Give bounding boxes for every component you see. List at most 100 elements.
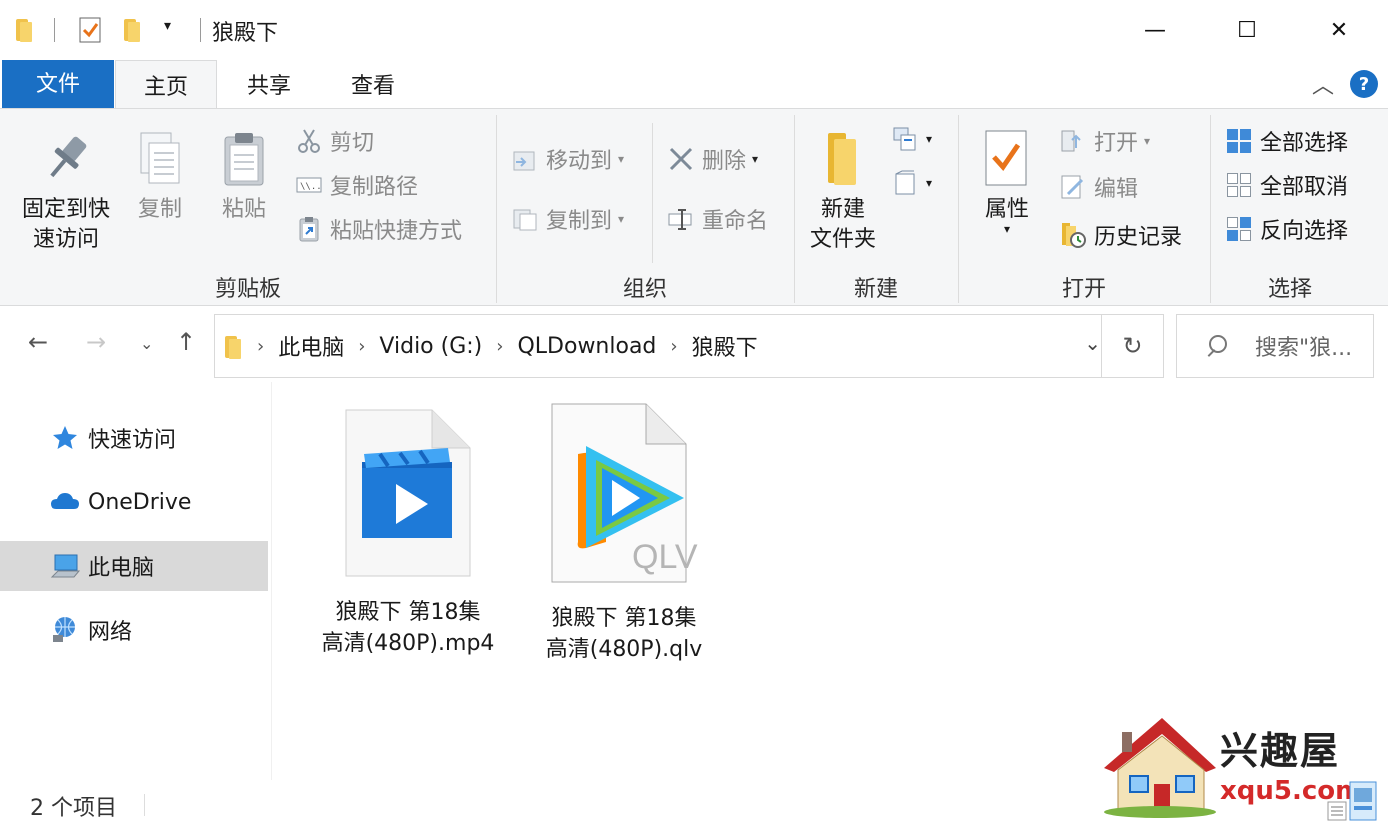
file-name-line1: 狼殿下 第18集 [335, 600, 481, 625]
pin-to-quick-access-button[interactable]: 固定到快 速访问 [16, 129, 116, 255]
select-none-button[interactable]: 全部取消 [1226, 169, 1348, 201]
nav-item-label: 此电脑 [88, 556, 155, 581]
new-folder-icon[interactable] [122, 16, 142, 42]
select-none-icon [1226, 172, 1252, 198]
cut-label: 剪切 [330, 131, 375, 156]
select-all-label: 全部选择 [1260, 131, 1349, 156]
ribbon: 固定到快 速访问 复制 粘贴 剪切 \\.. 复制路径 粘贴快捷方式 剪贴板 移… [0, 108, 1388, 306]
copy-path-label: 复制路径 [330, 175, 419, 200]
history-button[interactable]: 历史记录 [1060, 219, 1182, 251]
breadcrumb-current-folder[interactable]: 狼殿下 [692, 330, 758, 362]
maximize-button[interactable]: ☐ [1200, 0, 1294, 60]
nav-item-quick-access[interactable]: 快速访问 [0, 413, 268, 463]
paste-shortcut-button[interactable]: 粘贴快捷方式 [296, 213, 462, 245]
watermark-name: 兴趣屋 [1220, 729, 1341, 773]
large-icons-view-icon[interactable] [1349, 781, 1377, 821]
open-button[interactable]: 打开 ▾ [1060, 125, 1150, 157]
new-folder-button[interactable]: 新建 文件夹 [800, 129, 886, 255]
copy-path-button[interactable]: \\.. 复制路径 [296, 169, 418, 201]
file-name-line1: 狼殿下 第18集 [551, 606, 697, 631]
network-icon [50, 615, 80, 645]
select-none-label: 全部取消 [1260, 175, 1349, 200]
tab-file[interactable]: 文件 [2, 60, 114, 108]
open-label: 打开 [1094, 131, 1139, 156]
tab-view[interactable]: 查看 [326, 60, 420, 108]
customize-dropdown-icon[interactable]: ▾ [164, 18, 171, 34]
computer-icon [50, 551, 81, 581]
address-dropdown-icon[interactable]: ⌄ [1084, 331, 1101, 355]
copy-to-button[interactable]: 复制到 ▾ [512, 203, 624, 235]
title-bar: ▾ 狼殿下 — ☐ ✕ [0, 0, 1388, 60]
pin-label-line1: 固定到快 [21, 197, 110, 222]
easy-access-button[interactable]: ▾ [892, 167, 932, 199]
status-item-count: 2 个项目 [30, 796, 117, 821]
easy-access-icon [892, 170, 918, 196]
copy-to-label: 复制到 [546, 209, 613, 234]
invert-selection-label: 反向选择 [1260, 219, 1349, 244]
navigation-bar: ← → ⌄ ↑ › 此电脑 › Vidio (G:) › QLDownload … [0, 306, 1388, 382]
edit-label: 编辑 [1094, 177, 1139, 202]
rename-button[interactable]: 重命名 [668, 203, 768, 235]
back-arrow-icon[interactable]: ← [28, 328, 48, 356]
search-box[interactable]: 搜索"狼... [1176, 314, 1374, 378]
search-placeholder: 搜索"狼... [1255, 336, 1353, 361]
pin-icon [39, 129, 93, 189]
nav-item-label: 快速访问 [88, 428, 177, 453]
rename-label: 重命名 [702, 209, 769, 234]
move-to-icon [512, 146, 538, 172]
up-arrow-icon[interactable]: ↑ [176, 328, 196, 356]
edit-button[interactable]: 编辑 [1060, 171, 1138, 203]
paste-button[interactable]: 粘贴 [212, 129, 276, 225]
delete-label: 删除 [702, 149, 747, 174]
folder-icon[interactable] [14, 16, 34, 42]
collapse-ribbon-icon[interactable]: ︿ [1312, 68, 1334, 100]
breadcrumb-qldownload[interactable]: QLDownload [517, 334, 656, 359]
nav-item-onedrive[interactable]: OneDrive [0, 477, 268, 527]
invert-selection-button[interactable]: 反向选择 [1226, 213, 1348, 245]
edit-icon [1060, 174, 1086, 200]
copy-button[interactable]: 复制 [128, 129, 192, 225]
minimize-button[interactable]: — [1108, 0, 1202, 60]
move-to-button[interactable]: 移动到 ▾ [512, 143, 624, 175]
navigation-pane: 快速访问 OneDrive 此电脑 网络 [0, 382, 272, 780]
paste-shortcut-icon [296, 216, 322, 242]
tab-share[interactable]: 共享 [222, 60, 316, 108]
nav-item-this-pc[interactable]: 此电脑 [0, 541, 268, 591]
select-all-button[interactable]: 全部选择 [1226, 125, 1348, 157]
forward-arrow-icon[interactable]: → [86, 328, 106, 356]
new-item-button[interactable]: ▾ [892, 123, 932, 155]
ribbon-tabs: 文件 主页 共享 查看 ︿ ? [0, 60, 1388, 109]
search-icon [1205, 335, 1227, 357]
open-group-label: 打开 [1061, 277, 1106, 302]
recent-locations-chevron-icon[interactable]: ⌄ [140, 334, 153, 353]
view-toggle-buttons [1326, 780, 1378, 826]
nav-item-network[interactable]: 网络 [0, 605, 268, 655]
new-folder-icon [816, 129, 870, 189]
details-view-icon[interactable] [1327, 801, 1347, 821]
address-bar[interactable]: › 此电脑 › Vidio (G:) › QLDownload › 狼殿下 ⌄ … [214, 314, 1164, 378]
properties-icon [980, 129, 1034, 189]
breadcrumb-drive[interactable]: Vidio (G:) [379, 334, 482, 359]
refresh-icon[interactable]: ↻ [1101, 315, 1163, 377]
organize-group-label: 组织 [622, 277, 667, 302]
properties-icon[interactable] [78, 16, 104, 44]
file-item-mp4[interactable]: 狼殿下 第18集 高清(480P).mp4 [308, 408, 508, 659]
copy-label: 复制 [137, 197, 182, 222]
properties-button[interactable]: 属性 ▾ [972, 129, 1042, 235]
breadcrumb-this-pc[interactable]: 此电脑 [278, 330, 344, 362]
help-icon[interactable]: ? [1350, 70, 1378, 98]
cloud-icon [50, 487, 80, 517]
nav-item-label: 网络 [88, 620, 133, 645]
breadcrumb-separator[interactable]: › [496, 336, 503, 357]
file-item-qlv[interactable]: QLV 狼殿下 第18集 高清(480P).qlv [524, 402, 724, 665]
separator [54, 18, 55, 42]
delete-button[interactable]: 删除 ▾ [668, 143, 758, 175]
breadcrumb-separator[interactable]: › [670, 336, 677, 357]
close-button[interactable]: ✕ [1292, 0, 1386, 60]
tab-home[interactable]: 主页 [115, 60, 217, 109]
cut-button[interactable]: 剪切 [296, 125, 374, 157]
paste-label: 粘贴 [221, 197, 266, 222]
house-icon [1104, 718, 1216, 818]
breadcrumb-separator[interactable]: › [358, 336, 365, 357]
star-icon [50, 423, 80, 453]
